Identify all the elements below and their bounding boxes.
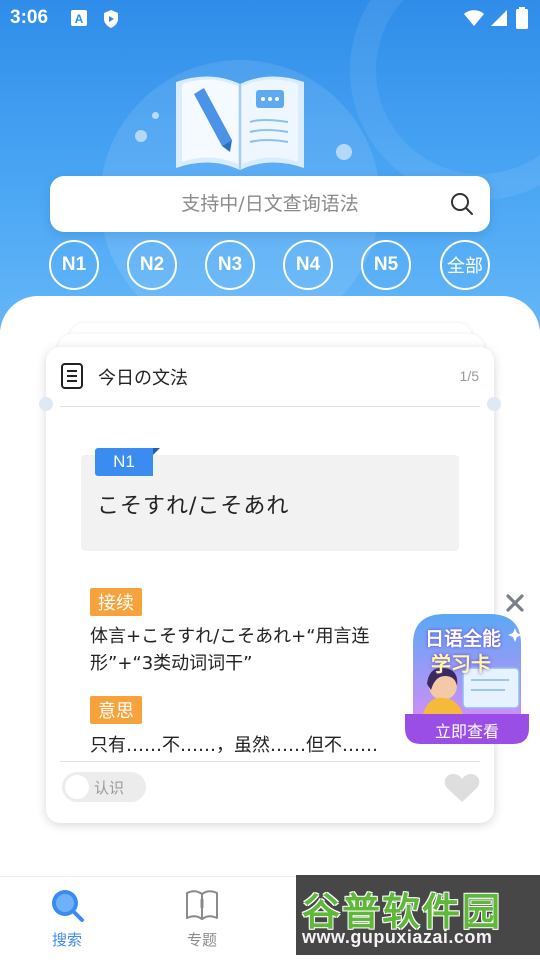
- known-toggle-label: 认识: [94, 779, 125, 797]
- tab-search[interactable]: 搜索: [12, 877, 122, 960]
- card-page-indicator: 1/5: [459, 368, 479, 384]
- connection-label: 接续: [90, 588, 142, 616]
- promo-title-line-2: 学习卡: [431, 652, 491, 676]
- known-toggle[interactable]: 认识: [62, 772, 146, 802]
- connection-line-1: 体言+こそすれ/こそあれ+“用言连: [90, 626, 370, 647]
- status-time: 3:06: [10, 7, 49, 28]
- status-bar: 3:06 A: [0, 0, 540, 38]
- level-filter-row: N1 N2 N3 N4 N5 全部: [49, 240, 491, 290]
- level-button-all[interactable]: 全部: [440, 240, 490, 290]
- document-list-icon: [61, 363, 83, 389]
- search-input[interactable]: [50, 176, 430, 232]
- tab-topics[interactable]: 专题: [147, 877, 257, 960]
- meaning-text: 只有……不……，虽然……但不……: [90, 735, 378, 756]
- close-icon[interactable]: [504, 592, 526, 614]
- tab-search-label: 搜索: [51, 931, 82, 949]
- decor-dot: [336, 144, 352, 160]
- search-tab-icon: [52, 890, 84, 922]
- open-book-illustration: [176, 76, 304, 170]
- card-footer-divider: [60, 761, 480, 762]
- shield-play-icon: [104, 10, 118, 28]
- keyboard-a-icon: A: [71, 10, 87, 26]
- decor-dot: [152, 112, 159, 119]
- connection-line-2: 形”+“3类动词词干”: [90, 653, 253, 674]
- search-icon[interactable]: [450, 192, 474, 216]
- daily-grammar-card[interactable]: 今日の文法 1/5 N1 こそすれ/こそあれ 接续 体言+こそすれ/こそあれ+“…: [39, 347, 501, 823]
- meaning-label: 意思: [90, 696, 142, 724]
- watermark-url: www.gupuxiazai.com: [302, 927, 493, 947]
- level-tag-fold: [153, 448, 160, 455]
- heart-icon[interactable]: [444, 773, 480, 803]
- svg-text:A: A: [75, 12, 84, 26]
- toggle-knob: [65, 775, 89, 799]
- level-button-n5[interactable]: N5: [361, 240, 411, 290]
- battery-icon: [516, 7, 528, 29]
- card-title: 今日の文法: [98, 368, 188, 389]
- level-button-n2[interactable]: N2: [127, 240, 177, 290]
- level-button-n4[interactable]: N4: [283, 240, 333, 290]
- search-bar[interactable]: [50, 176, 490, 232]
- grammar-pattern: こそすれ/こそあれ: [97, 494, 290, 519]
- signal-icon: [491, 10, 507, 26]
- watermark-logo: 谷普软件园 www.gupuxiazai.com: [296, 875, 540, 955]
- level-tag: N1: [95, 448, 153, 476]
- book-tab-icon: [186, 890, 218, 920]
- card-divider: [60, 406, 480, 407]
- tab-topics-label: 专题: [186, 931, 217, 949]
- promo-title-line-1: 日语全能: [425, 628, 502, 650]
- promo-button[interactable]: 立即查看: [405, 718, 529, 742]
- level-button-n3[interactable]: N3: [205, 240, 255, 290]
- card-header: 今日の文法 1/5: [46, 347, 494, 407]
- decor-dot: [135, 130, 147, 142]
- wifi-icon: [464, 10, 484, 26]
- study-card-promo[interactable]: 日语全能 学习卡 立即查看: [405, 614, 529, 744]
- level-button-n1[interactable]: N1: [49, 240, 99, 290]
